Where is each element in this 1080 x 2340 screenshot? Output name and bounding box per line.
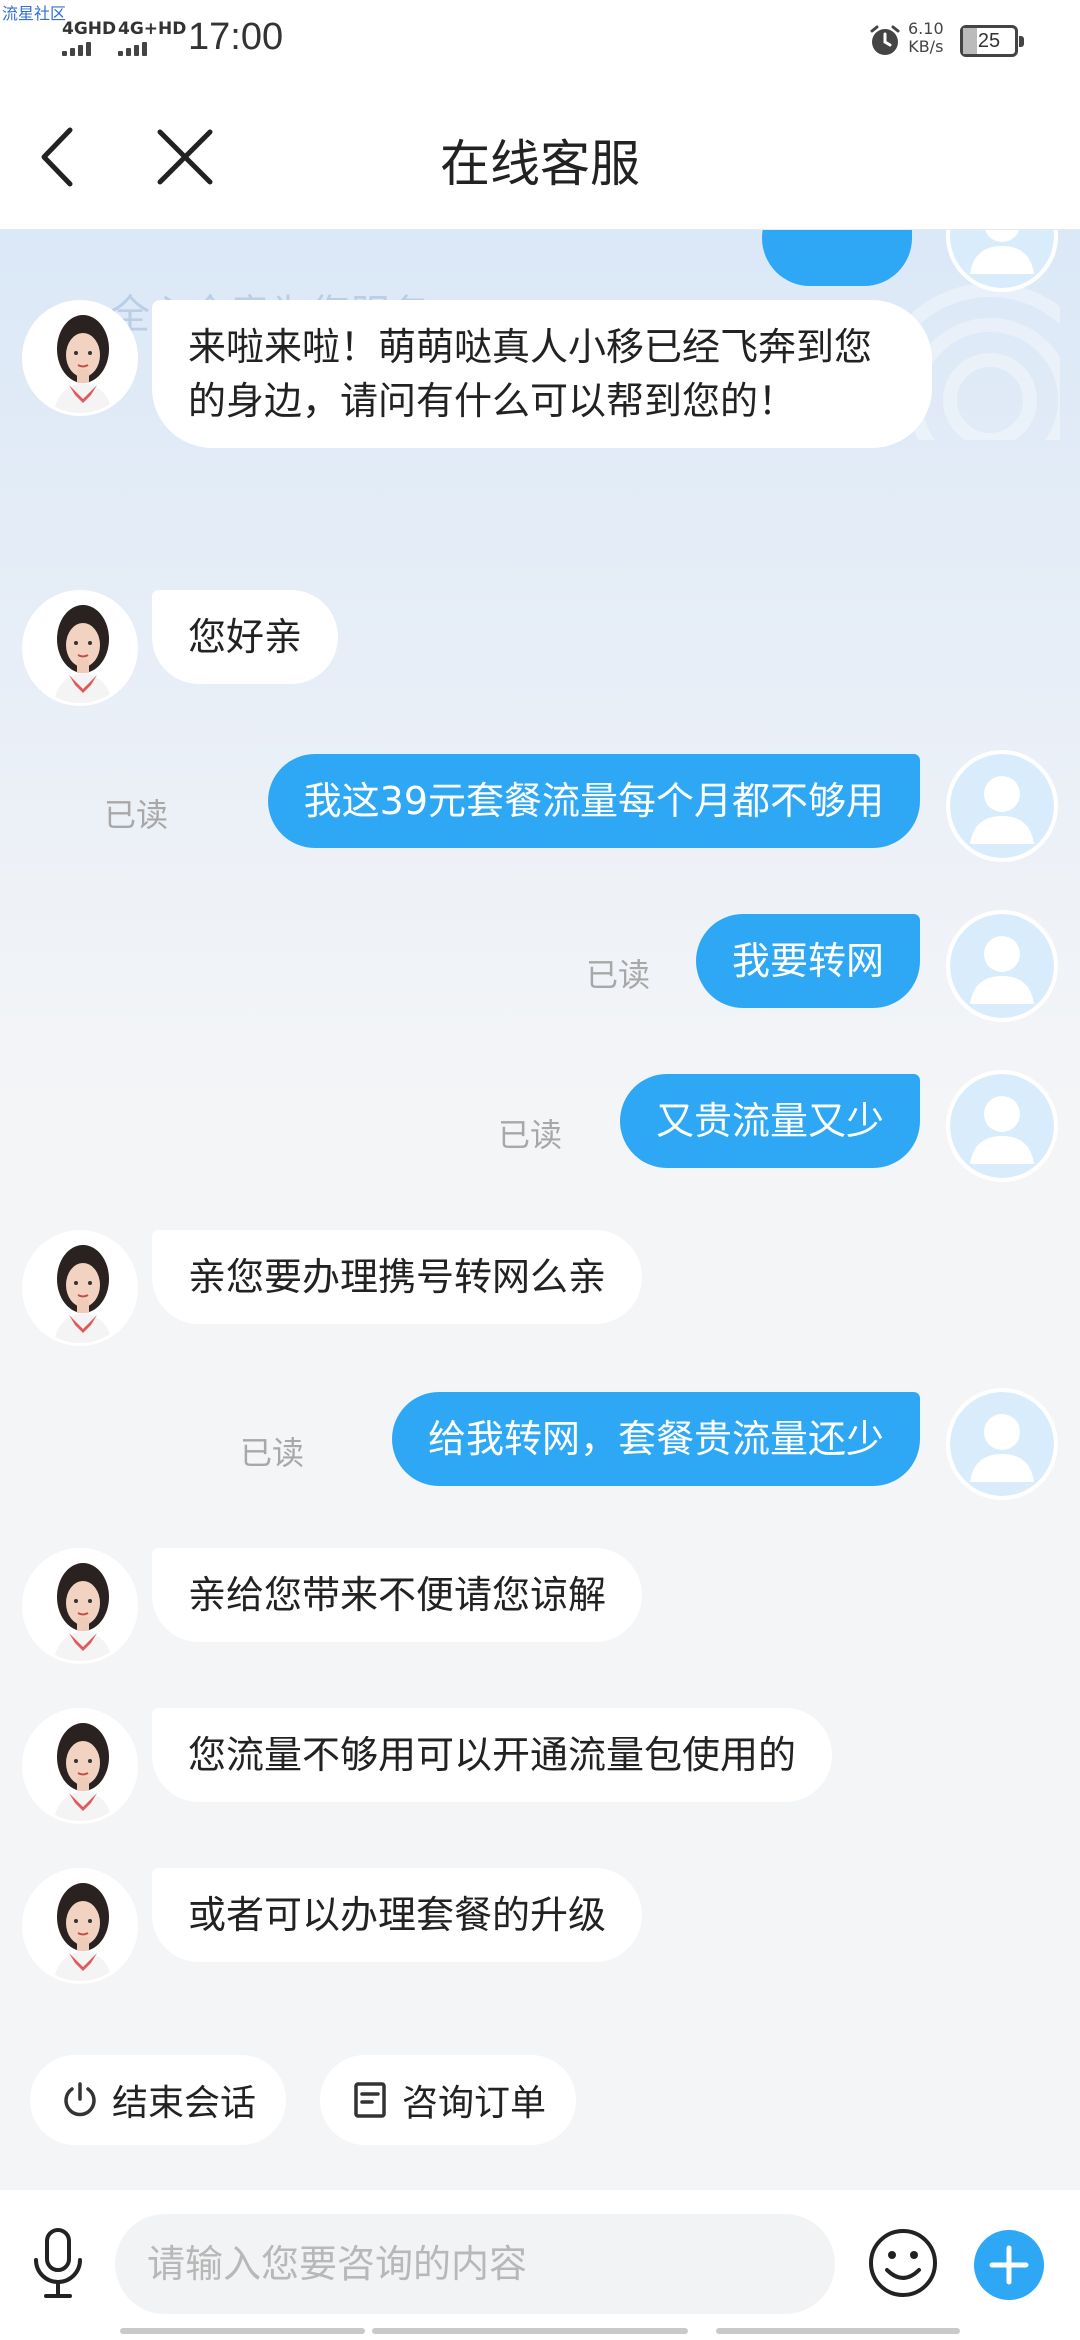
read-status: 已读 xyxy=(498,1116,563,1154)
agent-message-bubble: 您好亲 xyxy=(152,590,339,684)
power-icon xyxy=(64,2082,96,2117)
watermark: 流星社区 xyxy=(2,4,67,23)
alarm-icon xyxy=(870,25,900,55)
read-status: 已读 xyxy=(104,796,169,834)
agent-message-bubble: 或者可以办理套餐的升级 xyxy=(152,1868,643,1962)
user-avatar xyxy=(946,750,1058,862)
status-bar: 流星社区 4GHD 4G+HD 17:00 6.10 KB/s 25 xyxy=(0,0,1080,80)
plus-icon[interactable] xyxy=(974,2230,1044,2300)
microphone-icon[interactable] xyxy=(28,2226,88,2302)
user-avatar xyxy=(946,1070,1058,1182)
agent-avatar xyxy=(22,1868,138,1984)
chat-area[interactable]: 全心全意为您服务 来啦来啦！萌萌哒真人小移已经飞奔到您的身边，请问有什么可以帮到… xyxy=(0,230,1080,2190)
agent-message-bubble: 来啦来啦！萌萌哒真人小移已经飞奔到您的身边，请问有什么可以帮到您的！ xyxy=(152,300,932,448)
user-message-bubble: 我要转网 xyxy=(695,914,920,1008)
agent-avatar xyxy=(22,300,138,416)
network-speed: 6.10 KB/s xyxy=(908,19,944,56)
page-title: 在线客服 xyxy=(440,135,640,193)
clock: 17:00 xyxy=(188,16,284,58)
header-bar: 在线客服 xyxy=(0,80,1080,230)
network-indicator-1: 4GHD xyxy=(62,20,116,60)
message-input[interactable] xyxy=(115,2214,835,2314)
emoji-icon[interactable] xyxy=(866,2226,940,2300)
agent-avatar xyxy=(22,1708,138,1824)
user-avatar xyxy=(946,1388,1058,1500)
agent-avatar xyxy=(22,590,138,706)
end-session-button[interactable]: 结束会话 xyxy=(30,2055,287,2145)
previous-user-bubble xyxy=(762,230,912,286)
user-message-bubble: 又贵流量又少 xyxy=(619,1074,920,1168)
user-avatar xyxy=(946,910,1058,1022)
agent-avatar xyxy=(22,1548,138,1664)
agent-message-bubble: 亲您要办理携号转网么亲 xyxy=(152,1230,643,1324)
agent-avatar xyxy=(22,1230,138,1346)
order-inquiry-button[interactable]: 咨询订单 xyxy=(320,2055,577,2145)
nav-handle-left xyxy=(120,2328,365,2334)
nav-handle-right xyxy=(716,2328,960,2334)
document-icon xyxy=(354,2082,386,2118)
network-indicator-2: 4G+HD xyxy=(118,20,186,60)
input-bar xyxy=(0,2190,1080,2340)
nav-handle-center xyxy=(372,2328,688,2334)
user-message-bubble: 我这39元套餐流量每个月都不够用 xyxy=(267,754,920,848)
agent-message-bubble: 您流量不够用可以开通流量包使用的 xyxy=(152,1708,833,1802)
read-status: 已读 xyxy=(586,956,651,994)
battery-indicator: 25 xyxy=(960,25,1024,57)
user-message-bubble: 给我转网，套餐贵流量还少 xyxy=(391,1392,920,1486)
read-status: 已读 xyxy=(240,1434,305,1472)
agent-message-bubble: 亲给您带来不便请您谅解 xyxy=(152,1548,643,1642)
